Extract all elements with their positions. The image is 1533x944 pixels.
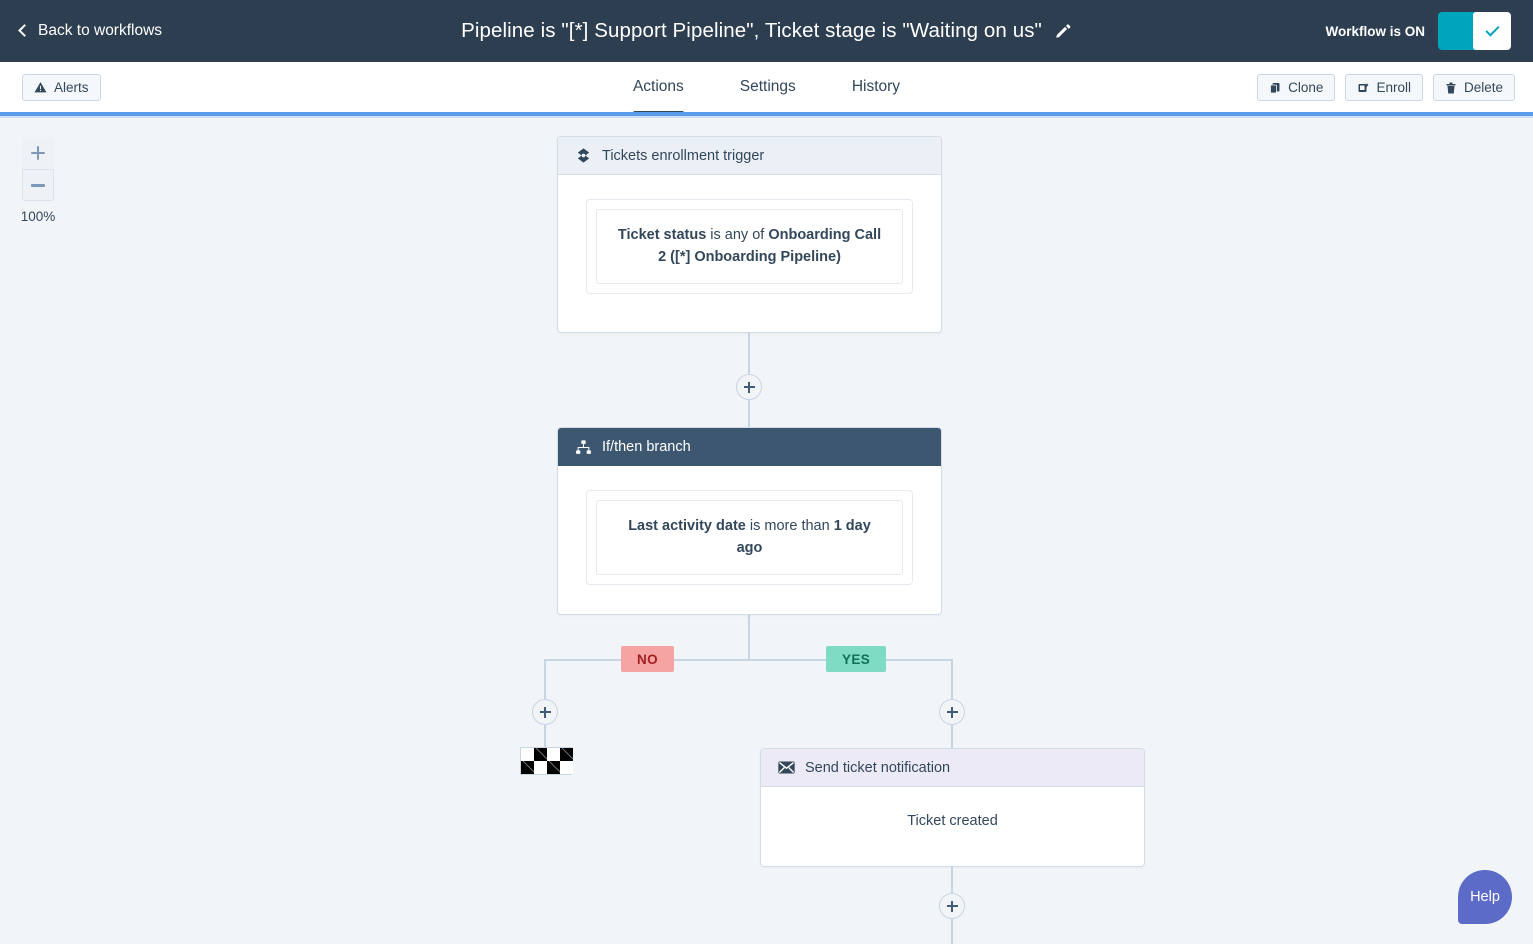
- envelope-icon: [778, 761, 795, 774]
- chevron-left-icon: [18, 24, 31, 37]
- workflow-on-off-toggle[interactable]: [1438, 12, 1511, 50]
- enrollment-trigger-icon: [575, 147, 592, 164]
- help-button[interactable]: Help: [1458, 870, 1512, 924]
- clone-icon: [1269, 82, 1281, 94]
- trigger-card-title: Tickets enrollment trigger: [602, 148, 764, 164]
- minus-icon: [31, 184, 45, 187]
- trigger-criteria: Ticket status is any of Onboarding Call …: [596, 209, 903, 284]
- clone-label: Clone: [1288, 80, 1323, 95]
- tab-history[interactable]: History: [824, 62, 928, 115]
- branch-criteria-wrapper[interactable]: Last activity date is more than 1 day ag…: [586, 490, 913, 585]
- clone-button[interactable]: Clone: [1257, 74, 1335, 101]
- workflow-toggle-label: Workflow is ON: [1325, 24, 1425, 39]
- add-step-branch-yes-button[interactable]: [939, 699, 965, 725]
- branch-icon: [575, 439, 592, 456]
- branch-label-yes-text: YES: [842, 652, 870, 667]
- trigger-criteria-property: Ticket status: [618, 227, 706, 243]
- branch-card-body: Last activity date is more than 1 day ag…: [558, 466, 941, 613]
- top-bar: Back to workflows: [0, 0, 1533, 62]
- pencil-icon[interactable]: [1054, 22, 1072, 40]
- zoom-in-button[interactable]: [22, 137, 54, 169]
- trigger-criteria-wrapper[interactable]: Ticket status is any of Onboarding Call …: [586, 199, 913, 294]
- check-icon: [1485, 22, 1499, 36]
- branch-label-no-text: NO: [637, 652, 658, 667]
- branch-card-title: If/then branch: [602, 439, 691, 455]
- back-to-workflows-link[interactable]: Back to workflows: [20, 22, 162, 40]
- connector-email-tail: [951, 918, 953, 944]
- workflow-actions-group: Clone Enroll Delete: [1257, 74, 1515, 101]
- add-step-branch-no-button[interactable]: [532, 699, 558, 725]
- branch-criteria-property: Last activity date: [628, 518, 746, 534]
- enroll-icon: [1357, 82, 1369, 94]
- connector-branch-split: [544, 659, 953, 661]
- help-label: Help: [1470, 889, 1500, 905]
- tab-settings[interactable]: Settings: [712, 62, 824, 115]
- branch-label-no: NO: [621, 646, 674, 672]
- tab-settings-label: Settings: [740, 78, 796, 95]
- email-card-title: Send ticket notification: [805, 760, 950, 776]
- workflow-toggle-group: Workflow is ON: [1325, 0, 1511, 62]
- add-step-after-email-button[interactable]: [939, 893, 965, 919]
- tab-actions[interactable]: Actions: [605, 62, 712, 115]
- trigger-card[interactable]: Tickets enrollment trigger Ticket status…: [557, 136, 942, 333]
- email-card-header: Send ticket notification: [761, 749, 1144, 787]
- trigger-card-body: Ticket status is any of Onboarding Call …: [558, 175, 941, 322]
- zoom-out-button[interactable]: [22, 169, 54, 201]
- trigger-criteria-operator: is any of: [706, 227, 768, 243]
- branch-criteria: Last activity date is more than 1 day ag…: [596, 500, 903, 575]
- tab-history-label: History: [852, 78, 900, 95]
- delete-button[interactable]: Delete: [1433, 74, 1515, 101]
- delete-label: Delete: [1464, 80, 1503, 95]
- branch-card[interactable]: If/then branch Last activity date is mor…: [557, 427, 942, 615]
- trash-icon: [1445, 82, 1457, 94]
- trigger-card-header: Tickets enrollment trigger: [558, 137, 941, 175]
- connector-branch-down: [748, 613, 750, 660]
- broken-image-placeholder: [520, 747, 572, 775]
- tab-actions-label: Actions: [633, 78, 684, 95]
- zoom-level-label: 100%: [19, 209, 57, 224]
- zoom-controls: 100%: [22, 137, 54, 224]
- email-card-body: Ticket created: [761, 787, 1144, 859]
- back-to-workflows-label: Back to workflows: [38, 22, 162, 40]
- toggle-knob: [1473, 12, 1511, 50]
- branch-label-yes: YES: [826, 646, 886, 672]
- enroll-button[interactable]: Enroll: [1345, 74, 1423, 101]
- branch-card-header: If/then branch: [558, 428, 941, 466]
- email-action-card[interactable]: Send ticket notification Ticket created: [760, 748, 1145, 867]
- branch-criteria-operator: is more than: [746, 518, 834, 534]
- add-step-after-trigger-button[interactable]: [736, 374, 762, 400]
- workflow-canvas[interactable]: 100% Tickets enrollment trigger Ticket s…: [0, 118, 1533, 944]
- enroll-label: Enroll: [1376, 80, 1411, 95]
